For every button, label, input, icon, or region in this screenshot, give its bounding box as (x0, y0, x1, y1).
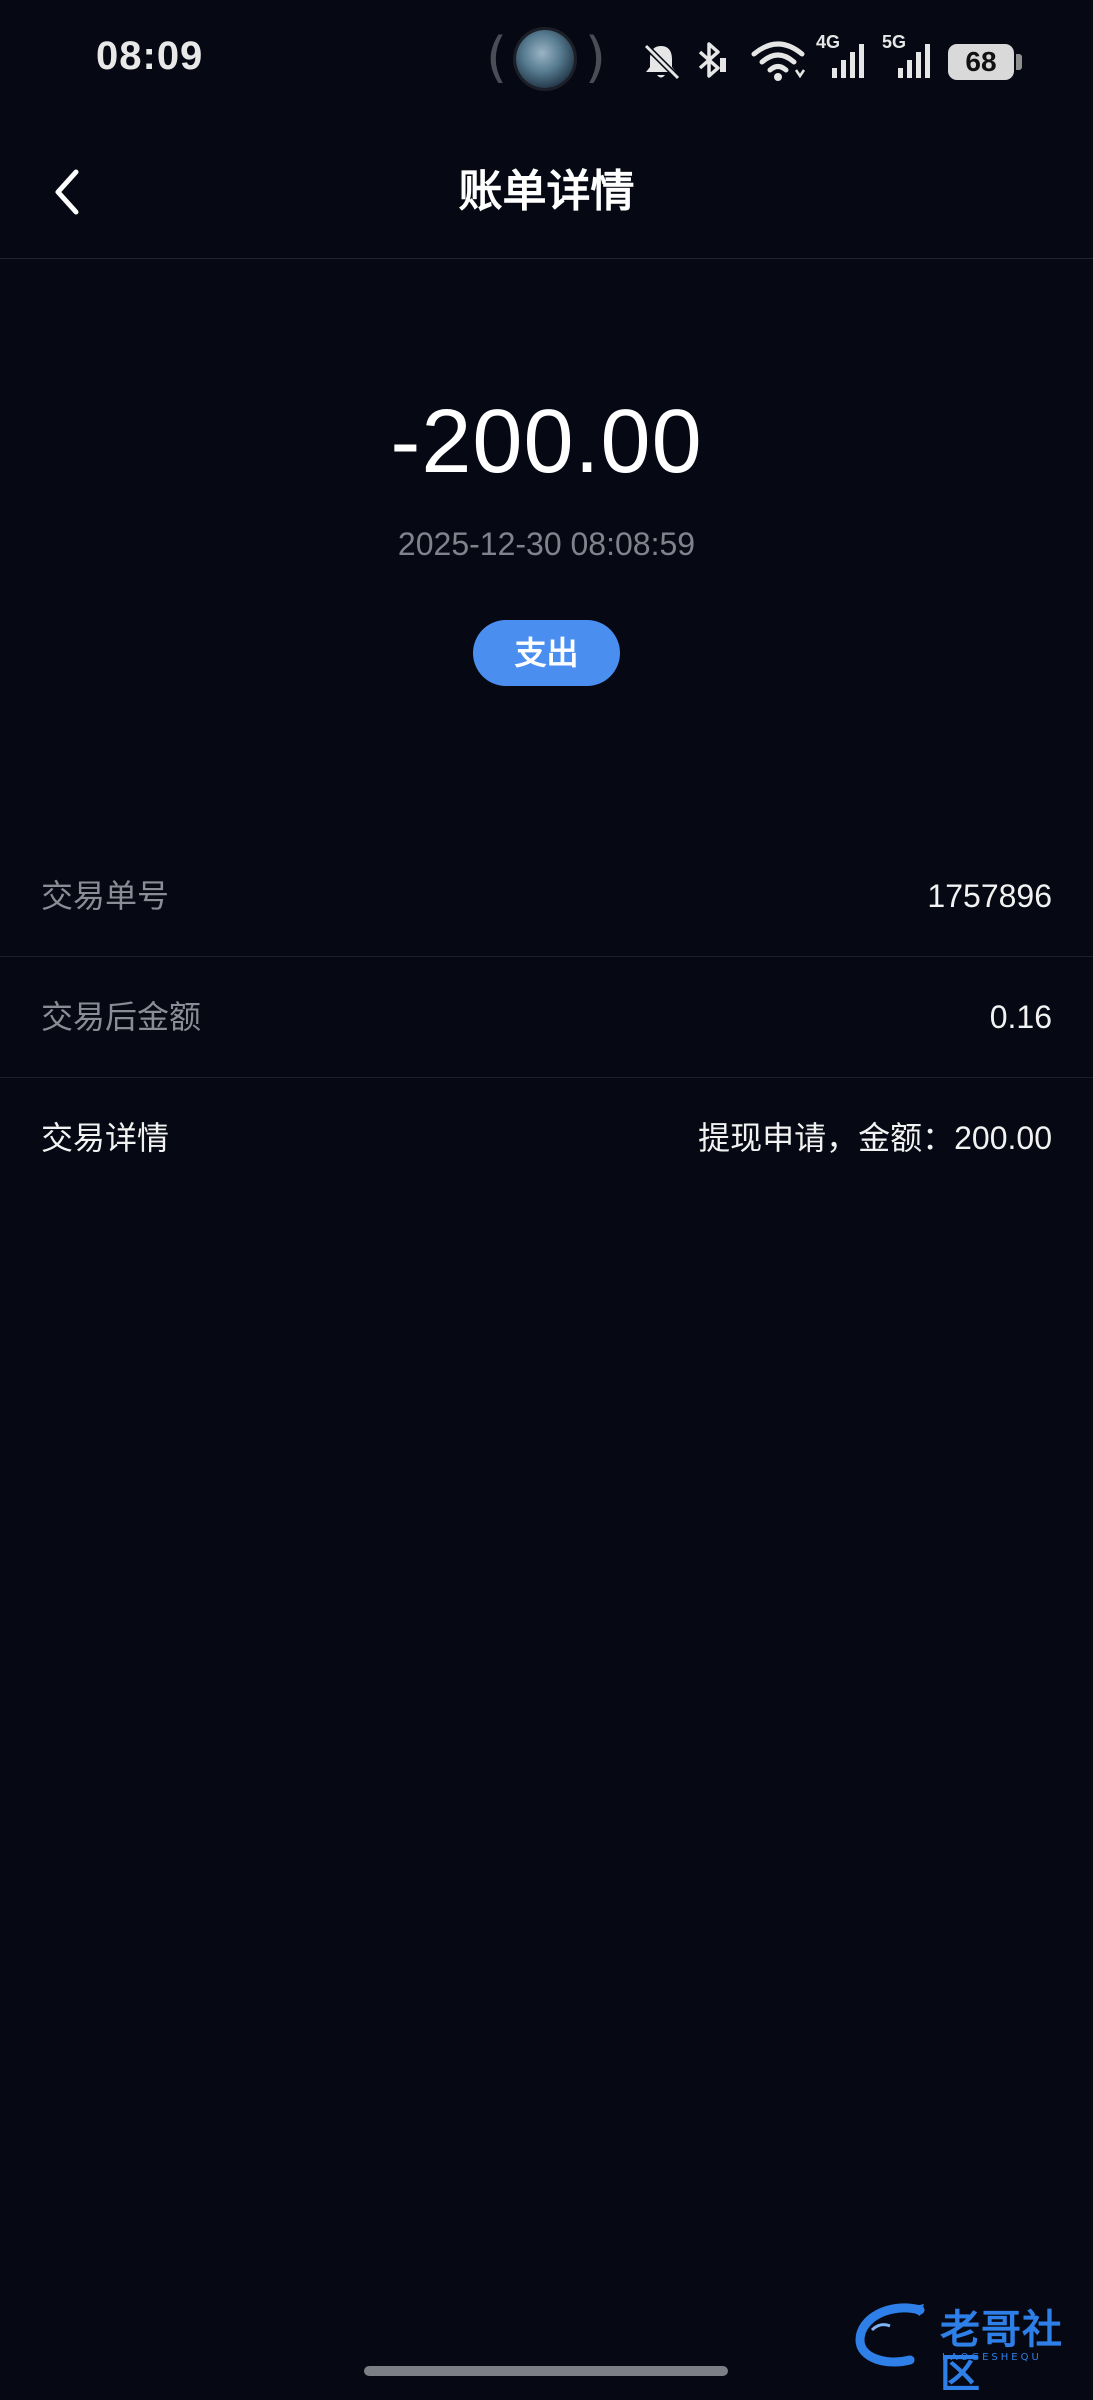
home-indicator[interactable] (364, 2366, 728, 2376)
page-title: 账单详情 (458, 166, 635, 217)
camera-bracket-right: ) (584, 26, 606, 89)
nav-bar: 账单详情 (0, 130, 1093, 259)
battery-tip (1016, 54, 1022, 70)
camera-bracket-left: ( (486, 26, 508, 89)
detail-value: 提现申请，金额：200.00 (698, 1120, 1052, 1156)
detail-value: 1757896 (927, 878, 1052, 914)
transaction-datetime: 2025-12-30 08:08:59 (397, 526, 696, 562)
detail-value: 0.16 (989, 999, 1052, 1035)
transaction-details: 交易单号 1757896 交易后金额 0.16 交易详情 提现申请，金额：200… (0, 836, 1093, 1198)
status-time: 08:09 (96, 34, 204, 78)
watermark-subtext: LAOGESHEQU (942, 2352, 1042, 2363)
battery-level: 68 (965, 46, 997, 77)
detail-label: 交易详情 (41, 1119, 170, 1157)
watermark: 老哥社区 LAOGESHEQU (850, 2300, 1080, 2396)
mute-bell-icon (643, 43, 681, 81)
detail-label: 交易单号 (41, 877, 170, 915)
transaction-amount: -200.00 (390, 392, 703, 492)
detail-label: 交易后金额 (41, 998, 202, 1036)
detail-row-order-number: 交易单号 1757896 (0, 836, 1093, 957)
wifi-icon (751, 41, 806, 81)
bluetooth-icon (698, 42, 726, 78)
detail-row-balance-after: 交易后金额 0.16 (0, 957, 1093, 1078)
detail-row-description: 交易详情 提现申请，金额：200.00 (0, 1078, 1093, 1198)
dragon-logo-icon (855, 2303, 925, 2367)
network-4g-label: 4G (816, 32, 841, 52)
front-camera: ( ) (486, 28, 606, 94)
network-5g-label: 5G (882, 32, 907, 52)
camera-lens-icon (516, 30, 574, 88)
status-bar: 08:09 ( ) 4G 5G 68 (0, 0, 1093, 120)
transaction-type-badge: 支出 (473, 620, 620, 686)
